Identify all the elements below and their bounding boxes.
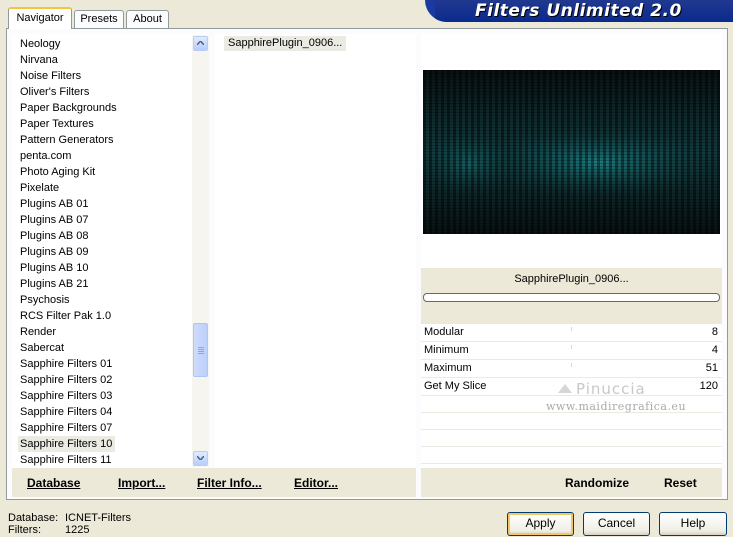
category-item[interactable]: Pattern Generators [20,132,114,148]
category-item[interactable]: Pixelate [20,180,59,196]
database-button[interactable]: Database [27,476,80,490]
category-item[interactable]: Sapphire Filters 01 [20,356,112,372]
category-item[interactable]: Paper Textures [20,116,94,132]
chevron-up-icon [197,41,204,45]
param-row-empty [421,447,722,464]
param-row-maximum[interactable]: Maximum 51 [421,360,722,378]
app-title: Filters Unlimited 2.0 [475,1,682,21]
category-list[interactable]: Neology Nirvana Noise Filters Oliver's Filt… [12,34,209,468]
progress-bar [423,293,720,302]
param-row-modular[interactable]: Modular 8 [421,324,722,342]
chevron-down-icon [197,456,204,460]
cancel-button[interactable]: Cancel [583,512,650,536]
category-item[interactable]: Plugins AB 10 [20,260,89,276]
category-item[interactable]: Plugins AB 08 [20,228,89,244]
category-item[interactable]: Psychosis [20,292,70,308]
category-item[interactable]: Sapphire Filters 04 [20,404,112,420]
scroll-thumb[interactable] [193,323,208,377]
param-value: 51 [705,362,718,374]
editor-button[interactable]: Editor... [294,476,338,490]
category-item[interactable]: Plugins AB 21 [20,276,89,292]
category-item[interactable]: Render [20,324,56,340]
category-item[interactable]: Plugins AB 01 [20,196,89,212]
filters-count-value: 1225 [65,524,90,536]
tab-about[interactable]: About [126,10,169,28]
category-item[interactable]: Plugins AB 09 [20,244,89,260]
category-item[interactable]: Sapphire Filters 07 [20,420,112,436]
import-button[interactable]: Import... [118,476,165,490]
preview-filter-name: SapphirePlugin_0906... [514,273,629,285]
help-button[interactable]: Help [659,512,727,536]
category-item[interactable]: Oliver's Filters [20,84,89,100]
filter-info-button[interactable]: Filter Info... [197,476,262,490]
apply-button[interactable]: Apply [507,512,574,536]
category-item[interactable]: Plugins AB 07 [20,212,89,228]
param-value: 4 [711,344,718,356]
category-item[interactable]: Sapphire Filters 11 [20,452,112,468]
param-label: Minimum [424,344,469,356]
watermark-url: www.maidiregrafica.eu [546,400,687,413]
category-item[interactable]: Noise Filters [20,68,81,84]
category-item[interactable]: penta.com [20,148,71,164]
param-label: Maximum [424,362,472,374]
database-status-value: ICNET-Filters [65,512,131,524]
tab-presets[interactable]: Presets [74,10,124,28]
param-value: 120 [699,380,718,392]
category-item[interactable]: Sapphire Filters 10 [18,436,116,452]
category-item[interactable]: Sapphire Filters 02 [20,372,112,388]
param-row-minimum[interactable]: Minimum 4 [421,342,722,360]
category-item[interactable]: Nirvana [20,52,58,68]
scroll-down-button[interactable] [193,451,208,466]
category-item[interactable]: Neology [20,36,60,52]
category-item[interactable]: Sabercat [20,340,64,356]
filter-list[interactable]: SapphirePlugin_0906... [215,34,416,468]
watermark-logo-icon [558,384,572,393]
randomize-button[interactable]: Randomize [565,476,629,490]
database-status-label: Database: [8,512,59,524]
header-banner: Filters Unlimited 2.0 [425,0,733,22]
category-item[interactable]: Paper Backgrounds [20,100,117,116]
tab-navigator[interactable]: Navigator [8,7,72,29]
filters-count-label: Filters: [8,524,41,536]
param-row-empty [421,430,722,447]
preview-image [423,70,720,234]
category-item[interactable]: Photo Aging Kit [20,164,95,180]
param-label: Get My Slice [424,380,487,392]
param-value: 8 [711,326,718,338]
category-item[interactable]: Sapphire Filters 03 [20,388,112,404]
filter-item-selected[interactable]: SapphirePlugin_0906... [224,36,347,51]
preview-graphic [423,70,720,234]
category-item[interactable]: RCS Filter Pak 1.0 [20,308,111,324]
param-row-empty [421,413,722,430]
watermark-name: Pinuccia [576,380,646,398]
reset-button[interactable]: Reset [664,476,697,490]
filter-name-bar: SapphirePlugin_0906... [421,268,722,324]
category-scrollbar[interactable] [192,35,209,467]
scroll-up-button[interactable] [193,36,208,51]
param-label: Modular [424,326,464,338]
